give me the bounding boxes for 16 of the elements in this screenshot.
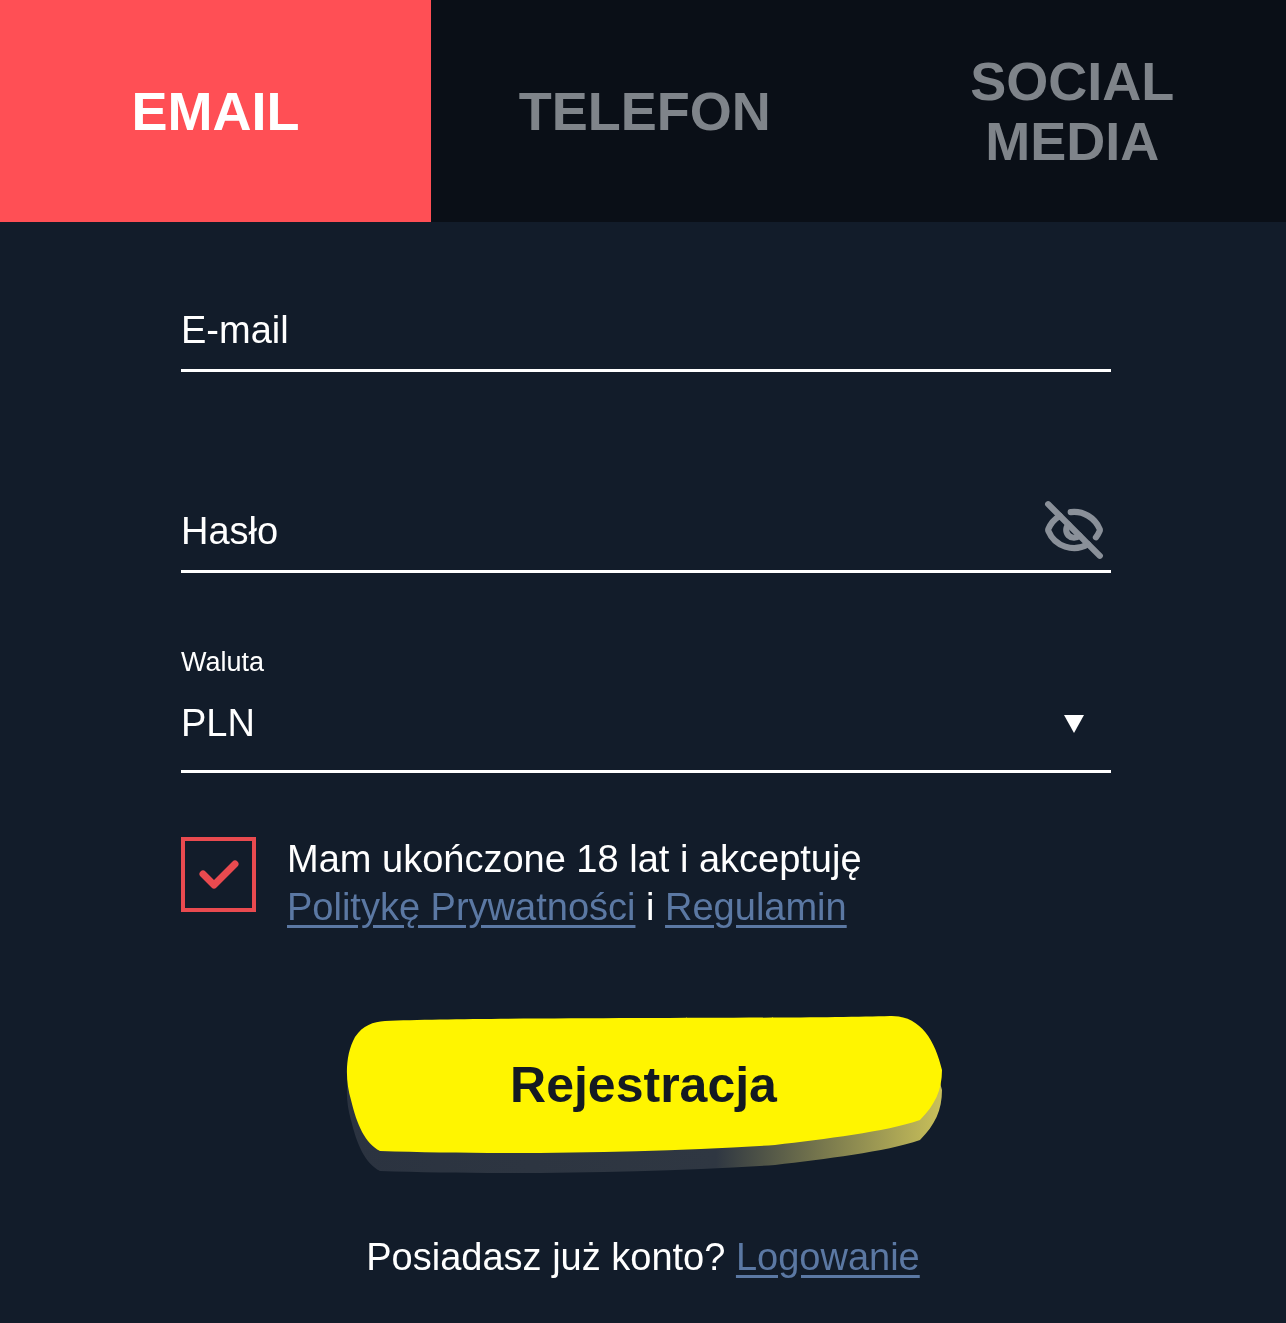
eye-off-icon[interactable]	[1043, 499, 1105, 561]
field-label: Waluta	[181, 647, 265, 677]
check-icon	[198, 859, 239, 890]
login-prompt: Posiadasz już konto? Logowanie	[365, 1235, 921, 1280]
consent-text: Mam ukończone 18 lat i akceptuję Politykę Prywatności i Regulamin	[287, 837, 863, 930]
caret-icon	[1064, 714, 1084, 733]
tab[interactable]: EMAIL	[0, 0, 431, 222]
tab[interactable]: TELEFON	[431, 0, 859, 222]
text-link[interactable]: Regulamin	[665, 886, 847, 928]
checkbox[interactable]	[181, 837, 256, 912]
email-field[interactable]: E-mail	[181, 292, 1111, 372]
tab[interactable]: SOCIAL MEDIA	[858, 0, 1286, 222]
text-link[interactable]: Politykę Prywatności	[287, 886, 636, 928]
login-link[interactable]: Logowanie	[735, 1236, 920, 1278]
currency-select[interactable]: PLN	[181, 677, 1111, 773]
password-field[interactable]: Hasło	[181, 493, 1111, 573]
